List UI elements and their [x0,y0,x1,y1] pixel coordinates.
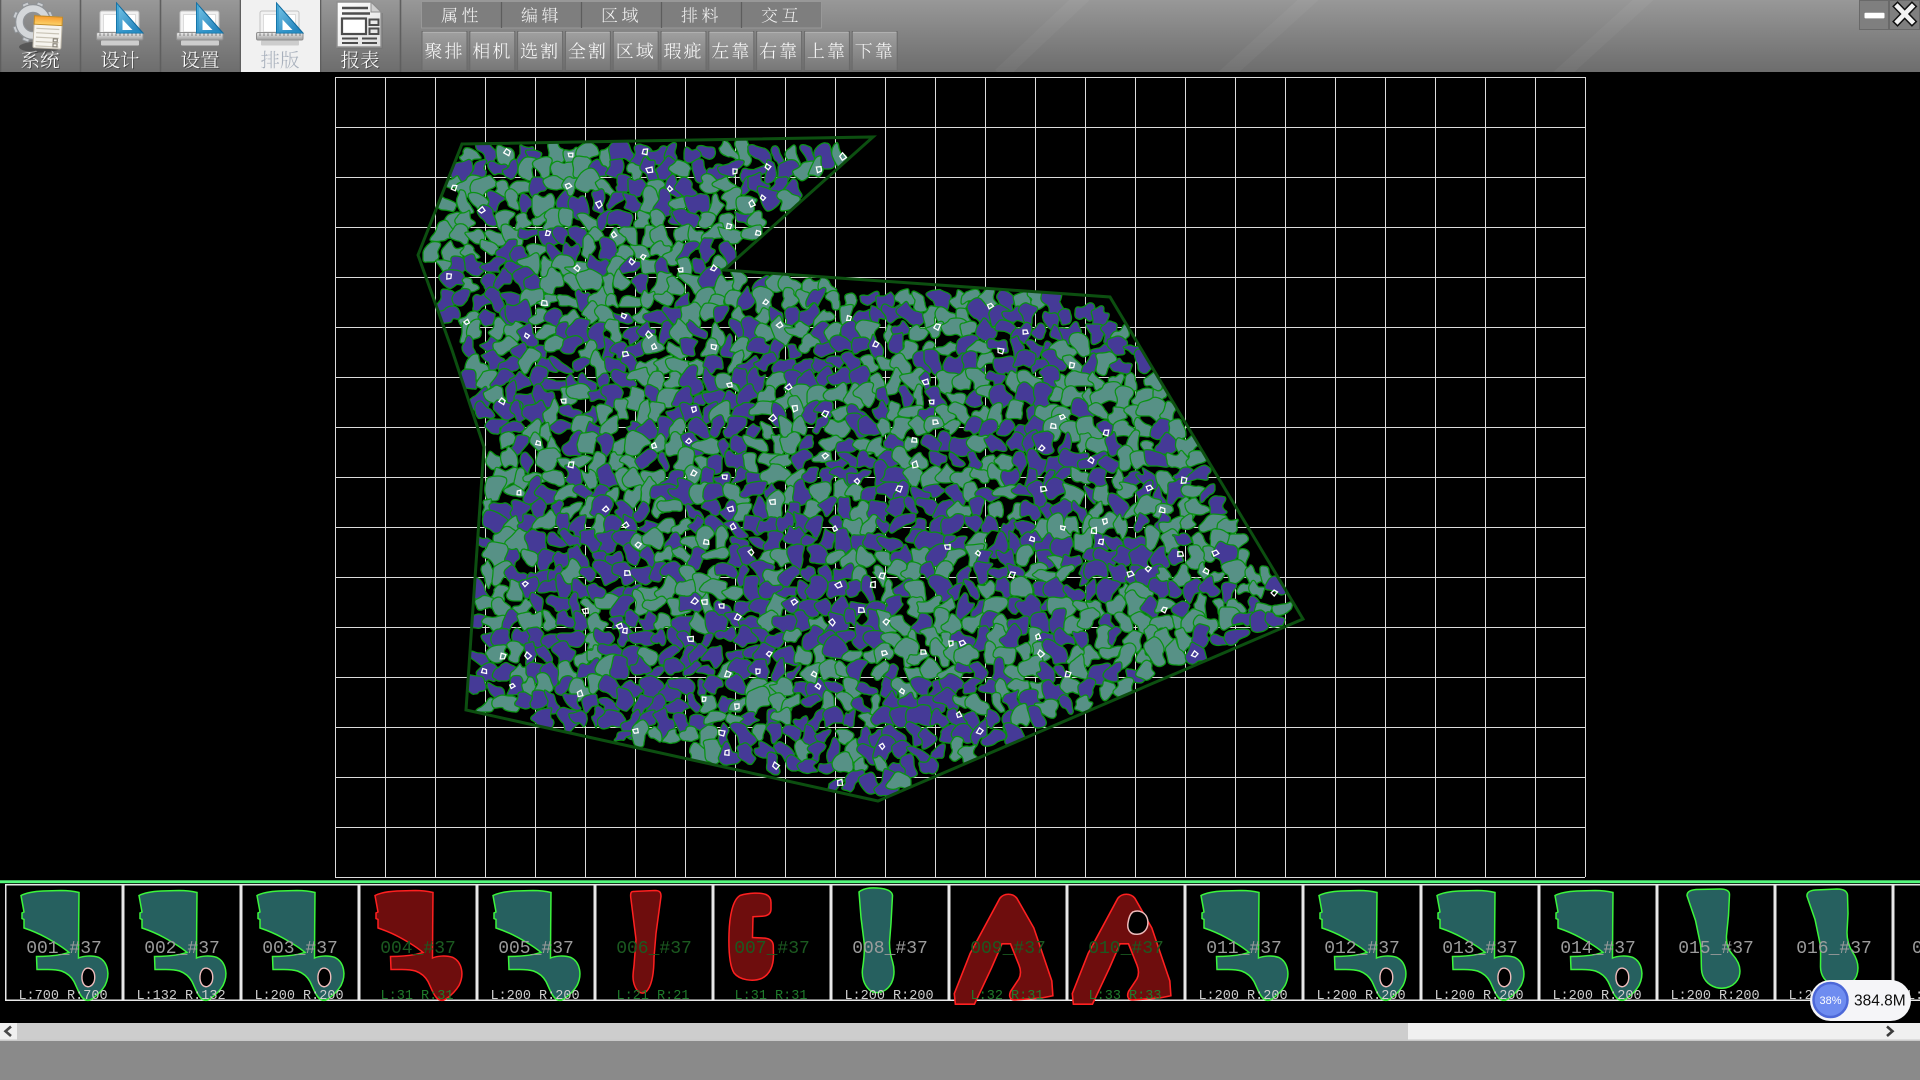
svg-text:L:132 R:132: L:132 R:132 [136,989,225,1004]
svg-text:L:200 R:200: L:200 R:200 [1434,989,1523,1004]
svg-text:L:200 R:200: L:200 R:200 [1316,989,1405,1004]
svg-text:L:200 R:200: L:200 R:200 [1198,989,1287,1004]
svg-text:010_#37: 010_#37 [1088,939,1164,959]
svg-text:007_#37: 007_#37 [734,939,810,959]
svg-text:L:31 R:31: L:31 R:31 [735,989,808,1004]
svg-text:L:200 R:200: L:200 R:200 [1670,989,1759,1004]
svg-text:006_#37: 006_#37 [616,939,692,959]
svg-text:012_#37: 012_#37 [1324,939,1400,959]
svg-text:L:31 R:31: L:31 R:31 [381,989,454,1004]
svg-text:014_#37: 014_#37 [1560,939,1636,959]
svg-text:004_#37: 004_#37 [380,939,456,959]
svg-text:009_#37: 009_#37 [970,939,1046,959]
svg-text:005_#37: 005_#37 [498,939,574,959]
svg-text:L:200 R:200: L:200 R:200 [490,989,579,1004]
svg-text:L:200 R:200: L:200 R:200 [1552,989,1641,1004]
svg-text:384.8M: 384.8M [1854,993,1906,1010]
svg-text:013_#37: 013_#37 [1442,939,1518,959]
svg-text:016_#37: 016_#37 [1796,939,1872,959]
svg-text:001_#37: 001_#37 [26,939,102,959]
svg-text:38%: 38% [1819,995,1841,1007]
svg-text:L:21 R:21: L:21 R:21 [617,989,690,1004]
svg-text:008_#37: 008_#37 [852,939,928,959]
svg-text:0: 0 [1912,939,1920,959]
svg-text:L:33 R:33: L:33 R:33 [1089,989,1162,1004]
svg-text:L:200 R:200: L:200 R:200 [254,989,343,1004]
svg-text:L:700 R:700: L:700 R:700 [18,989,107,1004]
svg-text:L:32 R:31: L:32 R:31 [971,989,1044,1004]
svg-text:002_#37: 002_#37 [144,939,220,959]
svg-text:015_#37: 015_#37 [1678,939,1754,959]
svg-text:003_#37: 003_#37 [262,939,338,959]
svg-text:011_#37: 011_#37 [1206,939,1282,959]
svg-text:L:200 R:200: L:200 R:200 [844,989,933,1004]
